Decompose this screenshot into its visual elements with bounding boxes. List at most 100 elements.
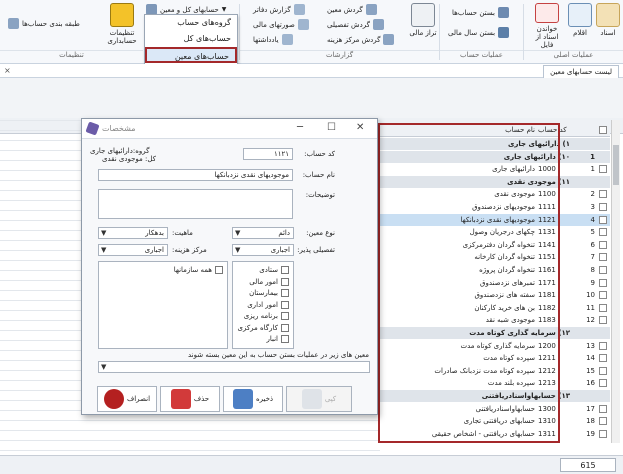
department-item[interactable]: بیمارستان [249,288,289,298]
menu-item-account-groups[interactable]: گروه‌های حساب [145,15,237,31]
cost-center-select[interactable]: ▼ اجباری [98,244,168,256]
cost-center-flow-button[interactable]: گردش مرکز هزینه [327,34,395,45]
menu-item-ledger-accounts[interactable]: حساب‌های معین [145,47,237,63]
all-orgs-item[interactable]: همه سازمانها [174,265,223,275]
row-checkbox[interactable] [599,341,607,350]
close-fiscal-year-button[interactable]: بستن سال مالی [448,27,510,38]
delete-button[interactable]: حذف [160,386,220,412]
row-checkbox[interactable] [599,203,607,211]
tools-icon [110,3,134,27]
row-number: 4 [590,215,595,224]
chevron-down-icon: ▼ [235,229,241,237]
grid-line [0,430,380,431]
row-checkbox[interactable] [599,316,607,325]
checkbox[interactable] [281,289,289,297]
row-number: 17 [586,404,595,413]
checkbox[interactable] [281,323,289,332]
ledger-flow-button[interactable]: گردش معین [327,4,377,15]
close-icon[interactable]: ✕ [356,122,364,133]
scale-icon [411,3,435,27]
menu-item-general-accounts[interactable]: حساب‌های کل [145,31,237,47]
grid-highlight-frame [378,123,560,443]
checkbox[interactable] [281,335,289,343]
report-icon [365,4,377,15]
department-item[interactable]: امور مالی [249,277,289,287]
cancel-button[interactable]: انصراف [97,386,157,412]
grid-line [0,420,380,421]
tab-ledger-list[interactable]: لیست حسابهای معین [543,65,619,78]
department-item[interactable]: کارگاه مرکزی [238,323,289,333]
row-checkbox[interactable] [599,429,607,438]
documents-button[interactable]: اسناد [594,3,622,49]
name-field[interactable]: موجودیهای نقدی نزدبانکها [98,169,293,181]
grid-line [0,450,380,451]
row-checkbox[interactable] [599,228,607,237]
group-basic-ops: عملیات اصلی [524,50,623,62]
row-checkbox[interactable] [599,215,607,224]
minimize-icon[interactable]: ─ [297,122,303,133]
row-checkbox[interactable] [599,303,607,312]
group-accounts-button[interactable]: طبقه بندی حساب‌ها [8,18,80,29]
row-number: 13 [586,341,595,350]
row-checkbox[interactable] [599,404,607,413]
calendar-icon [498,27,510,38]
scroll-thumb[interactable] [613,145,619,185]
nature-label: ماهیت: [172,229,193,237]
row-checkbox[interactable] [599,291,607,300]
name-label: نام حساب: [302,171,335,179]
row-checkbox[interactable] [599,240,607,249]
department-item[interactable]: ستادی [259,265,289,275]
ledger-type-select[interactable]: ▼ دائم [232,227,294,239]
grid-icon [8,18,19,29]
closing-select[interactable]: ▼ [98,361,370,373]
department-item[interactable]: امور اداری [247,300,289,310]
notes-button[interactable]: یادداشتها [253,34,293,45]
row-number: 5 [590,228,595,237]
row-number: 6 [590,240,595,249]
departments-list[interactable]: ستادی امور مالی بیمارستان امور اداری برنامه … [232,261,294,349]
items-button[interactable]: اقلام [566,3,594,49]
row-number: 3 [590,203,595,211]
row-checkbox[interactable] [599,379,607,388]
row-checkbox[interactable] [599,190,607,199]
grid-toolbar [0,78,623,118]
row-checkbox[interactable] [599,165,607,174]
code-label: کد حساب: [304,150,335,158]
select-all-checkbox[interactable] [599,126,607,134]
row-checkbox[interactable] [599,354,607,363]
department-item[interactable]: برنامه ریزی [244,311,289,321]
cancel-icon [103,389,124,409]
row-checkbox[interactable] [599,417,607,426]
row-checkbox[interactable] [599,366,607,375]
financial-statements-button[interactable]: صورتهای مالی [253,19,309,30]
checkbox[interactable] [281,266,289,274]
department-item[interactable]: انبار [266,334,289,344]
journal-report-button[interactable]: گزارش دفاتر [253,4,305,15]
close-tab-icon[interactable]: × [4,66,11,75]
checkbox[interactable] [281,312,289,320]
grid-scrollbar[interactable] [611,120,620,443]
code-field[interactable]: ۱۱۲۱ [243,148,293,160]
nature-select[interactable]: ▼ بدهکار [98,227,168,239]
save-button[interactable]: ذخیره [223,386,283,412]
row-checkbox[interactable] [599,278,607,287]
row-number: 14 [586,354,595,363]
copy-button[interactable]: کپی [286,386,352,412]
read-doc-button[interactable]: خواندن اسناد از فایل [530,3,564,49]
description-field[interactable] [98,189,293,219]
report-icon [372,19,384,30]
row-checkbox[interactable] [599,266,607,274]
maximize-icon[interactable]: ☐ [327,122,336,133]
checkbox[interactable] [215,266,223,274]
accounting-settings-button[interactable]: تنظیمات حسابداری [103,3,141,49]
detailed-flow-button[interactable]: گردش تفصیلی [327,19,384,30]
organizations-list[interactable]: همه سازمانها [98,261,228,349]
checkbox[interactable] [281,300,289,309]
close-accounts-button[interactable]: بستن حساب‌ها [452,7,509,18]
row-checkbox[interactable] [599,253,607,262]
row-number: 10 [586,291,595,300]
detailed-select[interactable]: ▼ اجباری [232,244,294,256]
notes-icon [281,34,293,45]
checkbox[interactable] [281,277,289,286]
trial-balance-button[interactable]: تراز مالی [408,3,438,49]
